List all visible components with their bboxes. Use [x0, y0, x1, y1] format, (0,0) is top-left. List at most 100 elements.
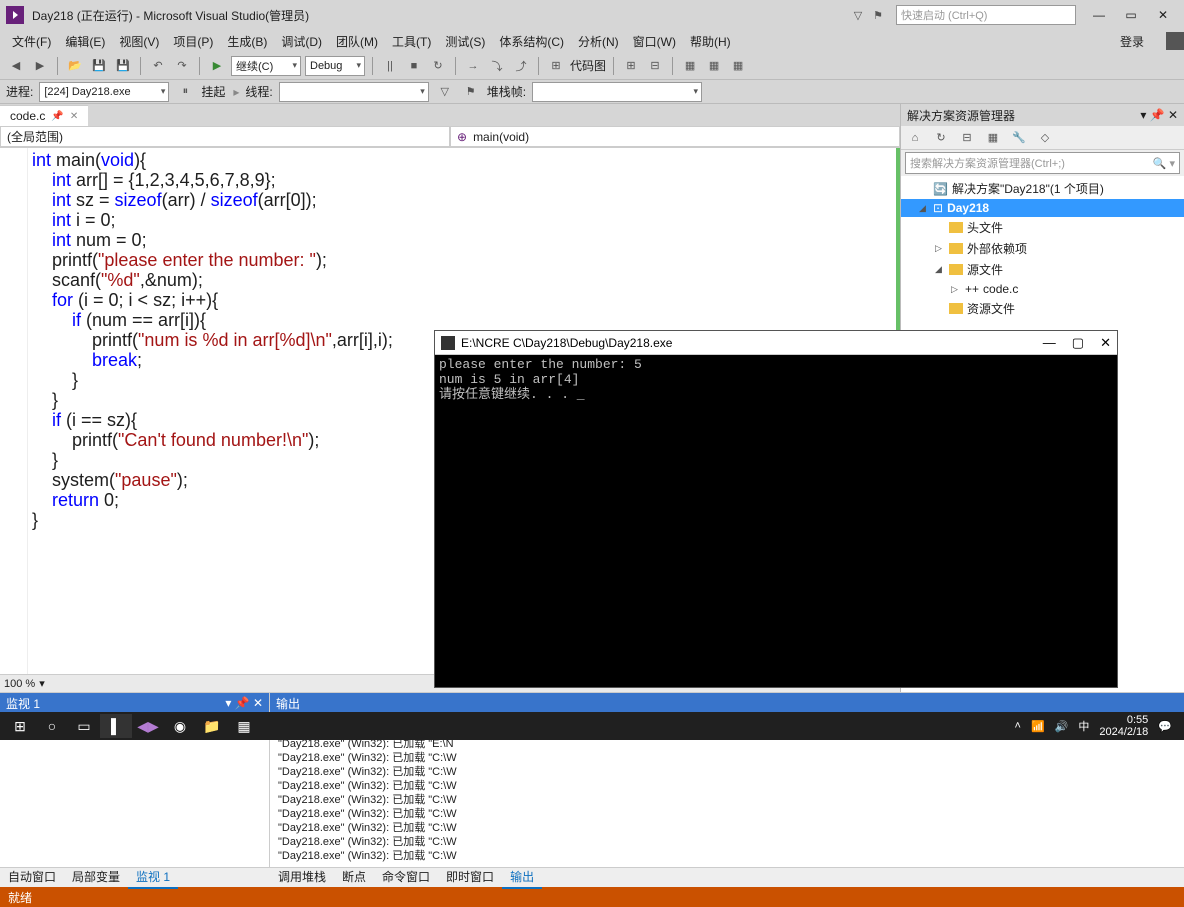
tray-up-icon[interactable]: ˄ — [1015, 720, 1021, 732]
menu-arch[interactable]: 体系结构(C) — [493, 31, 570, 52]
console-max-button[interactable]: ▢ — [1072, 335, 1084, 351]
tab-callstack[interactable]: 调用堆栈 — [270, 866, 334, 889]
tab-output[interactable]: 输出 — [502, 866, 542, 889]
terminal-icon[interactable]: ▌ — [100, 714, 132, 738]
vs-task-icon[interactable]: ◀▶ — [132, 714, 164, 738]
explorer-icon[interactable]: 📁 — [196, 714, 228, 738]
wifi-icon[interactable]: 📶 — [1031, 720, 1045, 733]
suspend-icon[interactable]: ⏸ — [175, 82, 195, 102]
headers-folder[interactable]: 头文件 — [901, 217, 1184, 238]
step-into-button[interactable]: → — [463, 56, 483, 76]
clock[interactable]: 0:552024/2/18 — [1099, 714, 1148, 738]
suspend-label: 挂起 — [201, 83, 225, 100]
refresh-icon[interactable]: ↻ — [931, 128, 951, 148]
continue-button[interactable]: 继续(C) — [231, 56, 301, 76]
console-close-button[interactable]: ✕ — [1100, 335, 1111, 351]
home-icon[interactable]: ⌂ — [905, 128, 925, 148]
config-select[interactable]: Debug — [305, 56, 365, 76]
collapse-icon[interactable]: ⊟ — [957, 128, 977, 148]
external-folder[interactable]: ▷外部依赖项 — [901, 238, 1184, 259]
solution-search-input[interactable]: 搜索解决方案资源管理器(Ctrl+;) 🔍 ▾ — [905, 152, 1180, 174]
step-out-button[interactable]: ⤴ — [511, 56, 531, 76]
app-icon[interactable]: ▦ — [228, 714, 260, 738]
redo-button[interactable]: ↷ — [172, 56, 192, 76]
notification-icon[interactable]: ▽ — [848, 5, 868, 25]
tab-breakpoints[interactable]: 断点 — [334, 866, 374, 889]
tb-extra2[interactable]: ⊟ — [645, 56, 665, 76]
avatar-icon[interactable] — [1166, 32, 1184, 50]
thread-select[interactable] — [279, 82, 429, 102]
menu-project[interactable]: 项目(P) — [167, 31, 219, 52]
chrome-icon[interactable]: ◉ — [164, 714, 196, 738]
editor-tab[interactable]: code.c 📌 ✕ — [0, 105, 88, 126]
close-button[interactable]: ✕ — [1148, 4, 1178, 26]
code-navbar: (全局范围) ⊕main(void) — [0, 126, 900, 148]
source-file[interactable]: ▷++code.c — [901, 280, 1184, 298]
menu-tools[interactable]: 工具(T) — [386, 31, 437, 52]
tab-close-icon[interactable]: ✕ — [70, 111, 78, 122]
stack-label: 堆栈帧: — [487, 83, 526, 100]
tb-extra4[interactable]: ▦ — [704, 56, 724, 76]
tb-extra1[interactable]: ⊞ — [621, 56, 641, 76]
nav-back-button[interactable]: ◀ — [6, 56, 26, 76]
tab-immediate[interactable]: 即时窗口 — [438, 866, 502, 889]
console-window[interactable]: E:\NCRE C\Day218\Debug\Day218.exe — ▢ ✕ … — [434, 330, 1118, 688]
volume-icon[interactable]: 🔊 — [1055, 720, 1069, 733]
scope-select[interactable]: (全局范围) — [0, 126, 450, 147]
save-button[interactable]: 💾 — [89, 56, 109, 76]
search-icon[interactable]: ○ — [36, 714, 68, 738]
properties-icon[interactable]: 🔧 — [1009, 128, 1029, 148]
thread-flag-icon[interactable]: ⚑ — [461, 82, 481, 102]
minimize-button[interactable]: — — [1084, 4, 1114, 26]
code-map-button[interactable]: 代码图 — [570, 57, 606, 74]
undo-button[interactable]: ↶ — [148, 56, 168, 76]
thread-filter-icon[interactable]: ▽ — [435, 82, 455, 102]
menu-team[interactable]: 团队(M) — [330, 31, 384, 52]
ime-indicator[interactable]: 中 — [1078, 718, 1089, 734]
tab-watch1[interactable]: 监视 1 — [128, 866, 178, 889]
feedback-icon[interactable]: ⚑ — [868, 5, 888, 25]
notification-center-icon[interactable]: 💬 — [1158, 720, 1172, 733]
menu-edit[interactable]: 编辑(E) — [59, 31, 111, 52]
quick-launch-input[interactable]: 快速启动 (Ctrl+Q) — [896, 5, 1076, 25]
login-link[interactable]: 登录 — [1114, 31, 1150, 52]
restart-button[interactable]: ↻ — [428, 56, 448, 76]
maximize-button[interactable]: ▭ — [1116, 4, 1146, 26]
tab-command[interactable]: 命令窗口 — [374, 866, 438, 889]
console-titlebar[interactable]: E:\NCRE C\Day218\Debug\Day218.exe — ▢ ✕ — [435, 331, 1117, 355]
member-select[interactable]: ⊕main(void) — [450, 126, 900, 147]
menu-file[interactable]: 文件(F) — [6, 31, 57, 52]
resources-folder[interactable]: 资源文件 — [901, 298, 1184, 319]
output-body[interactable]: "Day218.exe" (Win32): 已加载 "E:\N"Day218.e… — [270, 735, 1184, 867]
menu-test[interactable]: 测试(S) — [439, 31, 491, 52]
start-button[interactable]: ⊞ — [4, 714, 36, 738]
save-all-button[interactable]: 💾 — [113, 56, 133, 76]
nav-fwd-button[interactable]: ▶ — [30, 56, 50, 76]
sources-folder[interactable]: ◢源文件 — [901, 259, 1184, 280]
editor-tabstrip: code.c 📌 ✕ — [0, 104, 900, 126]
tb-extra3[interactable]: ▦ — [680, 56, 700, 76]
menu-window[interactable]: 窗口(W) — [627, 31, 682, 52]
stack-select[interactable] — [532, 82, 702, 102]
tab-locals[interactable]: 局部变量 — [64, 866, 128, 889]
tb-extra5[interactable]: ▦ — [728, 56, 748, 76]
menu-analyze[interactable]: 分析(N) — [572, 31, 625, 52]
console-body[interactable]: please enter the number: 5 num is 5 in a… — [435, 355, 1117, 687]
taskview-icon[interactable]: ▭ — [68, 714, 100, 738]
solution-root[interactable]: 🔄解决方案"Day218"(1 个项目) — [901, 178, 1184, 199]
console-min-button[interactable]: — — [1043, 335, 1056, 351]
stop-button[interactable]: ■ — [404, 56, 424, 76]
preview-icon[interactable]: ◇ — [1035, 128, 1055, 148]
show-all-icon[interactable]: ▦ — [983, 128, 1003, 148]
menu-build[interactable]: 生成(B) — [221, 31, 273, 52]
menu-debug[interactable]: 调试(D) — [275, 31, 328, 52]
menu-help[interactable]: 帮助(H) — [684, 31, 737, 52]
pause-button[interactable]: || — [380, 56, 400, 76]
pin-icon[interactable]: 📌 — [51, 111, 63, 122]
open-button[interactable]: 📂 — [65, 56, 85, 76]
menu-view[interactable]: 视图(V) — [113, 31, 165, 52]
project-node[interactable]: ◢⊡Day218 — [901, 199, 1184, 217]
tab-autos[interactable]: 自动窗口 — [0, 866, 64, 889]
process-select[interactable]: [224] Day218.exe — [39, 82, 169, 102]
step-over-button[interactable]: ⤵ — [487, 56, 507, 76]
